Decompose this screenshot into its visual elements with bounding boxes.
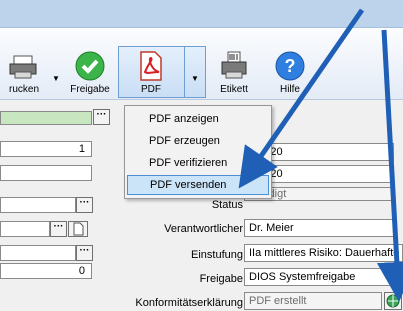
browse-button-1[interactable]: ··· bbox=[93, 109, 110, 125]
globe-send-icon bbox=[386, 294, 400, 308]
chevron-down-icon[interactable]: ▼ bbox=[52, 74, 60, 83]
browse-button-3[interactable]: ··· bbox=[50, 221, 67, 237]
number-field-2[interactable]: 0 bbox=[0, 263, 92, 279]
verantwortlicher-label: Verantwortlicher bbox=[164, 223, 243, 235]
menu-item-pdf-verifizieren[interactable]: PDF verifizieren bbox=[127, 153, 269, 173]
document-button[interactable] bbox=[68, 221, 88, 237]
left-panel: ··· 1 ··· ··· ··· 0 bbox=[0, 101, 112, 311]
menu-item-pdf-anzeigen[interactable]: PDF anzeigen bbox=[127, 109, 269, 129]
pdf-dropdown-menu: PDF anzeigen PDF erzeugen PDF verifizier… bbox=[124, 105, 272, 199]
pdf-button[interactable]: PDF bbox=[118, 28, 184, 98]
einstufung-value: IIa mittleres Risiko: Dauerhafte 2 bbox=[249, 247, 403, 259]
konformitaet-label: Konformitätserklärung bbox=[135, 297, 243, 309]
menu-item-pdf-erzeugen[interactable]: PDF erzeugen bbox=[127, 131, 269, 151]
menu-item-pdf-versenden[interactable]: PDF versenden bbox=[127, 175, 269, 195]
einstufung-field[interactable]: IIa mittleres Risiko: Dauerhafte 2 bbox=[244, 244, 403, 262]
pdf-dropdown-arrow-icon[interactable]: ▼ bbox=[191, 74, 199, 83]
pdf-split-separator bbox=[184, 46, 185, 98]
browse-button-2[interactable]: ··· bbox=[76, 197, 93, 213]
browse-button-4[interactable]: ··· bbox=[76, 245, 93, 261]
label-printer-icon bbox=[221, 51, 247, 79]
verantwortlicher-value: Dr. Meier bbox=[249, 222, 294, 234]
text-field-2[interactable] bbox=[0, 197, 76, 213]
freigabe-button[interactable]: Freigabe bbox=[64, 28, 116, 98]
number-field-1-value: 1 bbox=[78, 143, 85, 155]
document-icon bbox=[73, 222, 84, 236]
konformitaet-value: PDF erstellt bbox=[249, 295, 307, 307]
freigabe-value: DIOS Systemfreigabe bbox=[249, 271, 356, 283]
drucken-button[interactable]: rucken bbox=[0, 28, 48, 98]
hilfe-label: Hilfe bbox=[279, 84, 300, 95]
hilfe-button[interactable]: ? Hilfe bbox=[266, 28, 314, 98]
svg-text:?: ? bbox=[285, 56, 296, 76]
text-field-1[interactable] bbox=[0, 165, 92, 181]
checkmark-icon bbox=[75, 51, 105, 81]
number-field-1[interactable]: 1 bbox=[0, 141, 92, 157]
pdf-icon bbox=[140, 51, 162, 81]
drucken-label: rucken bbox=[8, 84, 39, 95]
text-field-4[interactable] bbox=[0, 245, 76, 261]
printer-icon bbox=[9, 55, 37, 79]
freigabe-label: Freigabe bbox=[70, 84, 110, 95]
verantwortlicher-field[interactable]: Dr. Meier bbox=[244, 219, 394, 237]
status-label: Status bbox=[211, 199, 243, 211]
status-green-field bbox=[0, 111, 92, 125]
konformitaet-field[interactable]: PDF erstellt bbox=[244, 292, 382, 310]
text-field-3[interactable] bbox=[0, 221, 50, 237]
freigabe-field[interactable]: DIOS Systemfreigabe bbox=[244, 268, 394, 286]
number-field-2-value: 0 bbox=[78, 265, 85, 277]
ribbon-toolbar: rucken ▼ Freigabe PDF ▼ Etikett ? Hilfe bbox=[0, 28, 403, 100]
pdf-label: PDF bbox=[141, 84, 161, 95]
einstufung-label: Einstufung bbox=[191, 249, 243, 261]
freigabe-form-label: Freigabe bbox=[199, 273, 243, 285]
etikett-label: Etikett bbox=[220, 84, 248, 95]
etikett-button[interactable]: Etikett bbox=[210, 28, 258, 98]
send-mail-button[interactable] bbox=[384, 292, 402, 310]
window-titlebar bbox=[0, 0, 403, 28]
help-icon: ? bbox=[275, 51, 305, 81]
